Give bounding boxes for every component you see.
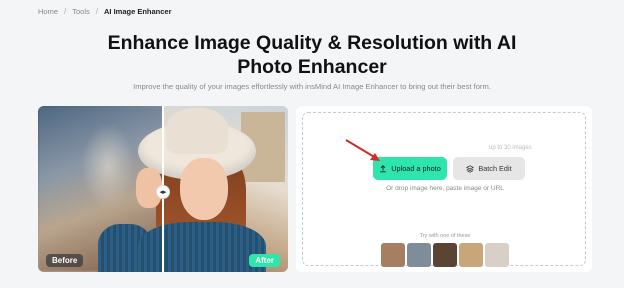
batch-edit-label: Batch Edit <box>478 164 512 173</box>
layers-icon <box>466 164 475 173</box>
upload-limit-note: up to 30 images <box>489 145 532 151</box>
breadcrumb-separator: / <box>95 6 98 16</box>
woman-sweater <box>138 222 266 272</box>
upload-photo-label: Upload a photo <box>391 164 441 173</box>
page: Home / Tools / AI Image Enhancer Enhance… <box>0 0 624 288</box>
after-label: After <box>249 254 280 267</box>
upload-icon <box>380 164 387 172</box>
woman-hat-crown <box>166 108 228 154</box>
batch-edit-button[interactable]: Batch Edit <box>453 157 525 180</box>
sample-image-5[interactable] <box>485 243 509 267</box>
breadcrumb: Home / Tools / AI Image Enhancer <box>38 6 172 16</box>
sample-image-4[interactable] <box>459 243 483 267</box>
breadcrumb-home[interactable]: Home <box>38 7 58 16</box>
sample-images-label: Try with one of these <box>419 233 471 239</box>
breadcrumb-current: AI Image Enhancer <box>104 6 172 16</box>
upload-panel: up to 30 images Upload a photo Batch Edi… <box>296 106 592 272</box>
woman-face <box>180 158 228 220</box>
sample-image-3[interactable] <box>433 243 457 267</box>
sample-image-1[interactable] <box>381 243 405 267</box>
red-arrow-icon <box>345 139 380 161</box>
before-label: Before <box>46 254 84 267</box>
sample-images <box>381 243 509 267</box>
sample-image-2[interactable] <box>407 243 431 267</box>
drop-hint: Or drop image here, paste image or URL <box>386 185 504 192</box>
breadcrumb-separator: / <box>64 6 67 16</box>
drop-zone[interactable]: up to 30 images Upload a photo Batch Edi… <box>302 112 586 267</box>
upload-photo-button[interactable]: Upload a photo <box>373 157 447 180</box>
before-after-comparison: ◂▸ Before After <box>38 106 288 272</box>
breadcrumb-tools[interactable]: Tools <box>72 7 90 16</box>
compare-slider-handle[interactable]: ◂▸ <box>156 185 170 199</box>
page-title: Enhance Image Quality & Resolution with … <box>107 32 517 78</box>
page-subtitle: Improve the quality of your images effor… <box>133 82 491 91</box>
